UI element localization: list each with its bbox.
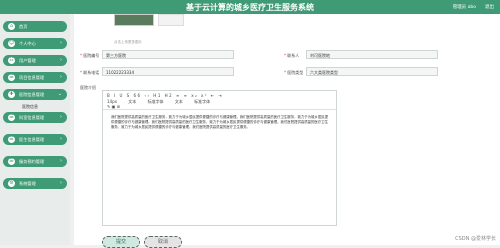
font-family-select[interactable]: 标准字体: [148, 99, 164, 104]
main-content: 点击上传更多图片 * 医院编号 第三方医院 * 联系人 刘可医院地 * 联系电话…: [74, 14, 500, 245]
hospital-type-field[interactable]: 六大类医院类型: [306, 67, 438, 76]
insert-buttons[interactable]: ✎ ▣ ⊞: [107, 104, 120, 109]
chevron-right-icon: ›: [60, 136, 62, 142]
sidebar-item-profile[interactable]: ☺ 个人中心 ›: [3, 38, 67, 49]
intro-label: 医院介绍: [80, 85, 96, 91]
editor-text[interactable]: 我们医院提供高质量的医疗卫生服务，致力于为城乡居民提供便捷的诊疗与健康管理。我们…: [111, 115, 329, 130]
upload-image-slot[interactable]: [158, 14, 184, 26]
sidebar-item-label: 医院信息管理: [19, 92, 44, 98]
sidebar-item-label: 医生信息管理: [19, 137, 44, 143]
format-buttons[interactable]: B I U S 66 ‹› H1 H2 ≡ ≡ x₂ x² ⇤ ⇥: [107, 93, 223, 98]
chevron-down-icon: ⌄: [58, 91, 62, 97]
contact-field[interactable]: 刘可医院地: [306, 50, 438, 59]
doctor-icon: ☰: [8, 136, 15, 143]
department-icon: ☰: [8, 114, 15, 121]
cancel-button[interactable]: 取消: [144, 236, 182, 248]
top-bar: 基于云计算的城乡医疗卫生服务系统 管理员 abo 退出: [0, 0, 500, 14]
sidebar-item-label: 项目信息管理: [19, 75, 44, 81]
editor-toolbar: B I U S 66 ‹› H1 H2 ≡ ≡ x₂ x² ⇤ ⇥ 14px 文…: [103, 91, 336, 110]
user-icon: ☺: [8, 40, 15, 47]
sidebar-subitem-hospital-info[interactable]: 医院信息: [22, 104, 38, 110]
chevron-right-icon: ›: [60, 74, 62, 80]
settings-icon: ⚙: [8, 180, 15, 187]
sidebar-item-label: 个人中心: [19, 41, 36, 47]
chevron-right-icon: ›: [60, 180, 62, 186]
contact-label: * 联系人: [284, 53, 299, 59]
rich-text-editor[interactable]: B I U S 66 ‹› H1 H2 ≡ ≡ x₂ x² ⇤ ⇥ 14px 文…: [102, 90, 337, 226]
upload-hint: 点击上传更多图片: [114, 40, 142, 45]
sidebar: ⌂ 首页 ☺ 个人中心 › ☷ 用户管理 › ☰ 项目信息管理 › ✚ 医院信息…: [0, 14, 70, 245]
project-icon: ☰: [8, 74, 15, 81]
appointment-icon: ☰: [8, 158, 15, 165]
text-style-select[interactable]: 文本: [128, 99, 136, 104]
chevron-right-icon: ›: [60, 40, 62, 46]
chevron-right-icon: ›: [60, 57, 62, 63]
watermark: CSDN @爱林学长: [455, 235, 496, 242]
chevron-right-icon: ›: [60, 158, 62, 164]
phone-field[interactable]: 11022223334: [102, 67, 234, 76]
users-icon: ☷: [8, 57, 15, 64]
submit-button[interactable]: 提交: [102, 236, 140, 248]
sidebar-item-appointments[interactable]: ☰ 服务预约管理 ›: [3, 156, 67, 167]
sidebar-item-departments[interactable]: ☰ 科室信息管理 ›: [3, 112, 67, 123]
font-selects: 14px 文本 标准字体 文本 标准字体: [107, 99, 220, 105]
chevron-right-icon: ›: [60, 114, 62, 120]
hospital-id-label: * 医院编号: [80, 53, 99, 59]
sidebar-item-home[interactable]: ⌂ 首页: [3, 21, 67, 32]
text-style-select-2[interactable]: 文本: [175, 99, 183, 104]
sidebar-item-system[interactable]: ⚙ 系统管理 ›: [3, 178, 67, 189]
current-user[interactable]: 管理员 abo: [453, 4, 476, 10]
sidebar-item-projects[interactable]: ☰ 项目信息管理 ›: [3, 72, 67, 83]
sidebar-item-label: 科室信息管理: [19, 115, 44, 121]
sidebar-item-doctors[interactable]: ☰ 医生信息管理 ›: [3, 134, 67, 145]
hospital-type-label: * 医院类型: [284, 70, 303, 76]
phone-label: * 联系电话: [80, 70, 99, 76]
font-family-select-2[interactable]: 标准字体: [194, 99, 210, 104]
sidebar-item-label: 服务预约管理: [19, 159, 44, 165]
sidebar-item-label: 用户管理: [19, 58, 36, 64]
sidebar-item-label: 首页: [19, 24, 27, 30]
home-icon: ⌂: [8, 23, 15, 30]
logout-link[interactable]: 退出: [485, 4, 494, 10]
uploaded-image-thumbnail[interactable]: [114, 14, 154, 26]
app-title: 基于云计算的城乡医疗卫生服务系统: [0, 2, 500, 13]
sidebar-item-label: 系统管理: [19, 181, 36, 187]
sidebar-item-users[interactable]: ☷ 用户管理 ›: [3, 55, 67, 66]
hospital-id-field[interactable]: 第三方医院: [102, 50, 234, 59]
hospital-icon: ✚: [8, 91, 15, 98]
sidebar-item-hospitals[interactable]: ✚ 医院信息管理 ⌄: [3, 89, 67, 100]
